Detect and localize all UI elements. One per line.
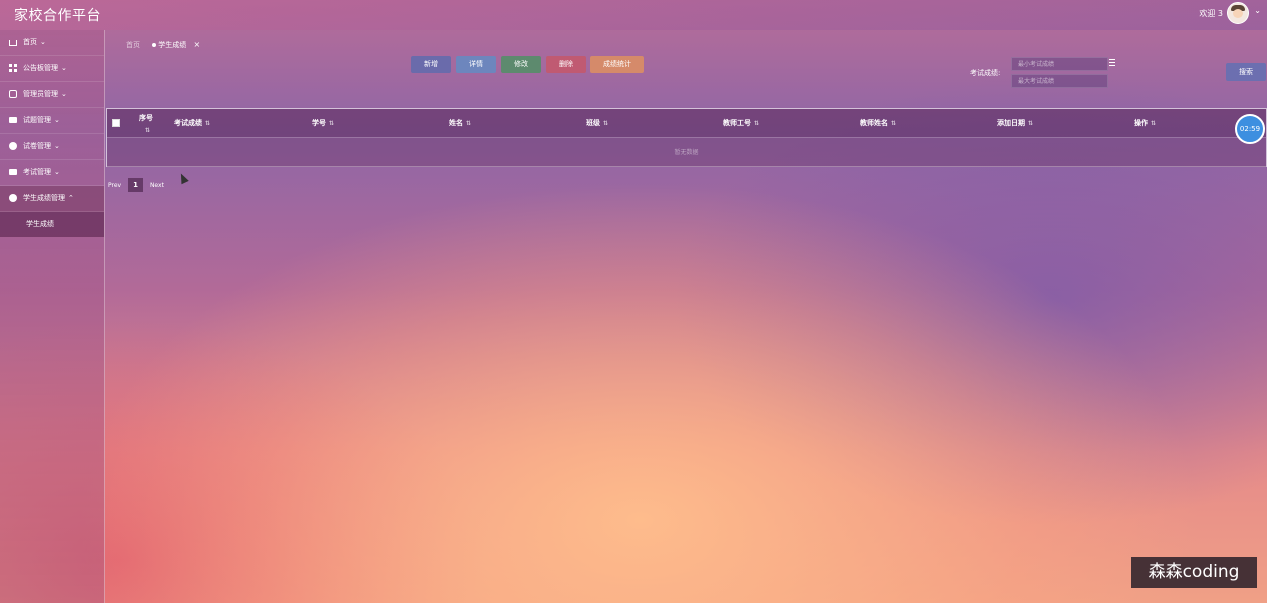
select-all-checkbox[interactable] — [112, 119, 120, 127]
sort-icon[interactable]: ⇅ — [466, 120, 471, 127]
watermark: 森森coding — [1131, 557, 1257, 588]
countdown-timer[interactable]: 02:59 — [1235, 114, 1265, 144]
column-label: 序号 — [139, 114, 153, 122]
column-label: 教师工号 — [723, 119, 751, 127]
sidebar-item-questions[interactable]: 试题管理 ⌄ — [0, 108, 104, 134]
column-header-date[interactable]: 添加日期 ⇅ — [997, 109, 1033, 137]
edit-button[interactable]: 修改 — [501, 56, 541, 73]
sidebar-item-label: 考试管理 — [23, 168, 51, 176]
active-dot-icon — [152, 43, 157, 47]
column-label: 添加日期 — [997, 119, 1025, 127]
sidebar-item-scores[interactable]: 学生成绩管理 ⌃ — [0, 186, 104, 212]
home-icon — [9, 40, 17, 46]
sidebar-item-label: 试卷管理 — [23, 142, 51, 150]
column-header-teacher-id[interactable]: 教师工号 ⇅ — [723, 109, 759, 137]
card-icon — [9, 169, 17, 175]
column-label: 操作 — [1134, 119, 1148, 127]
column-header-seq[interactable]: 序号 ⇅ — [139, 112, 153, 140]
sidebar-item-admin[interactable]: 管理员管理 ⌄ — [0, 82, 104, 108]
sort-icon[interactable]: ⇅ — [891, 120, 896, 127]
sort-icon[interactable]: ⇅ — [145, 127, 150, 134]
breadcrumb: 首页 学生成绩 × — [126, 40, 200, 50]
column-header-teacher-name[interactable]: 教师姓名 ⇅ — [860, 109, 896, 137]
empty-table-message: 暂无数据 — [107, 137, 1266, 167]
breadcrumb-current[interactable]: 学生成绩 — [158, 41, 186, 49]
circle-icon — [9, 142, 17, 150]
column-header-actions[interactable]: 操作 ⇅ — [1134, 109, 1156, 137]
detail-button[interactable]: 详情 — [456, 56, 496, 73]
sidebar-item-notice[interactable]: 公告板管理 ⌄ — [0, 56, 104, 82]
chevron-down-icon: ⌄ — [54, 116, 60, 124]
top-bar: 家校合作平台 欢迎 3 ⌄ — [0, 0, 1267, 30]
column-header-score[interactable]: 考试成绩 ⇅ — [174, 109, 210, 137]
page-number[interactable]: 1 — [128, 178, 144, 192]
avatar[interactable] — [1227, 2, 1249, 24]
sidebar-subitem-student-scores[interactable]: 学生成绩 — [0, 212, 104, 237]
search-button[interactable]: 搜索 — [1226, 63, 1266, 81]
score-filter-label: 考试成绩: — [970, 69, 1001, 77]
sort-icon[interactable]: ⇅ — [205, 120, 210, 127]
chevron-down-icon: ⌄ — [61, 90, 67, 98]
menu-icon[interactable] — [1109, 59, 1115, 66]
column-label: 教师姓名 — [860, 119, 888, 127]
circle-icon — [9, 194, 17, 202]
column-label: 考试成绩 — [174, 119, 202, 127]
column-header-class[interactable]: 班级 ⇅ — [586, 109, 608, 137]
sidebar-item-label: 学生成绩管理 — [23, 194, 65, 202]
sort-icon[interactable]: ⇅ — [754, 120, 759, 127]
column-label: 姓名 — [449, 119, 463, 127]
column-header-student-id[interactable]: 学号 ⇅ — [312, 109, 334, 137]
data-table: 序号 ⇅ 考试成绩 ⇅ 学号 ⇅ 姓名 ⇅ 班级 ⇅ 教师工号 ⇅ 教师姓名 ⇅ 添加日期 ⇅ … — [106, 108, 1267, 167]
prev-button[interactable]: Prev — [108, 182, 121, 189]
sort-icon[interactable]: ⇅ — [329, 120, 334, 127]
sort-icon[interactable]: ⇅ — [603, 120, 608, 127]
sidebar-item-label: 管理员管理 — [23, 90, 58, 98]
close-icon[interactable]: × — [193, 40, 200, 49]
delete-button[interactable]: 删除 — [546, 56, 586, 73]
card-icon — [9, 117, 17, 123]
column-label: 学号 — [312, 119, 326, 127]
mouse-cursor-icon — [177, 171, 189, 185]
sort-icon[interactable]: ⇅ — [1151, 120, 1156, 127]
stats-button[interactable]: 成绩统计 — [590, 56, 644, 73]
pagination: Prev 1 Next — [108, 178, 169, 192]
admin-icon — [9, 90, 17, 98]
sidebar-item-papers[interactable]: 试卷管理 ⌄ — [0, 134, 104, 160]
breadcrumb-home[interactable]: 首页 — [126, 41, 140, 49]
chevron-up-icon: ⌃ — [68, 194, 74, 202]
chevron-down-icon: ⌄ — [61, 64, 67, 72]
grid-icon — [9, 64, 17, 72]
app-title: 家校合作平台 — [14, 8, 101, 24]
chevron-down-icon: ⌄ — [40, 38, 46, 46]
next-button[interactable]: Next — [150, 182, 164, 189]
chevron-down-icon: ⌄ — [54, 168, 60, 176]
sidebar-item-exams[interactable]: 考试管理 ⌄ — [0, 160, 104, 186]
add-button[interactable]: 新增 — [411, 56, 451, 73]
column-label: 班级 — [586, 119, 600, 127]
sidebar-item-label: 公告板管理 — [23, 64, 58, 72]
sidebar: 首页 ⌄ 公告板管理 ⌄ 管理员管理 ⌄ 试题管理 ⌄ 试卷管理 ⌄ 考试管理 ⌄ 学生成绩… — [0, 30, 105, 603]
max-score-input[interactable]: 最大考试成绩 — [1011, 74, 1108, 88]
chevron-down-icon: ⌄ — [54, 142, 60, 150]
table-header: 序号 ⇅ 考试成绩 ⇅ 学号 ⇅ 姓名 ⇅ 班级 ⇅ 教师工号 ⇅ 教师姓名 ⇅ 添加日期 ⇅ … — [107, 109, 1266, 137]
chevron-down-icon[interactable]: ⌄ — [1254, 6, 1261, 15]
avatar-face — [1233, 9, 1243, 18]
sort-icon[interactable]: ⇅ — [1028, 120, 1033, 127]
min-score-input[interactable]: 最小考试成绩 — [1011, 57, 1108, 71]
sidebar-item-label: 首页 — [23, 38, 37, 46]
sidebar-item-label: 试题管理 — [23, 116, 51, 124]
column-header-name[interactable]: 姓名 ⇅ — [449, 109, 471, 137]
welcome-text: 欢迎 3 — [1199, 9, 1223, 18]
sidebar-item-home[interactable]: 首页 ⌄ — [0, 30, 104, 56]
